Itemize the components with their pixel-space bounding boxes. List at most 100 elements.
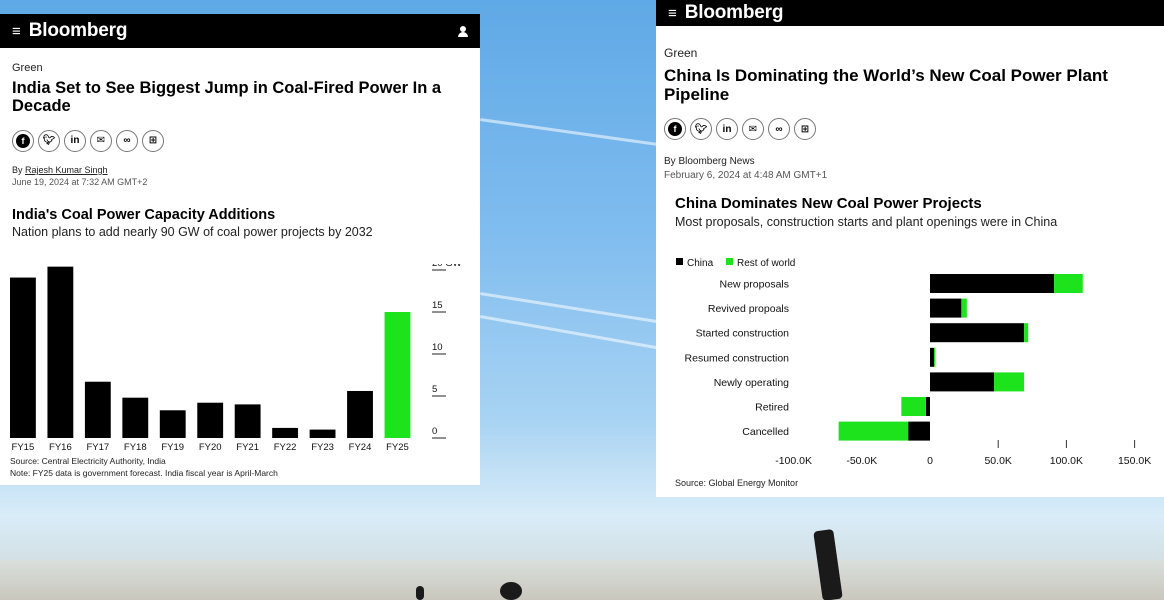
gift-icon[interactable]: ⊞ [794,118,816,141]
article-card-india: ≡ Bloomberg Green India Set to See Bigge… [0,14,480,485]
bar-segment [930,347,935,367]
x-tick-label: FY24 [349,442,372,453]
linkedin-icon[interactable]: in [64,129,86,152]
hamburger-menu-icon[interactable]: ≡ [12,23,21,40]
x-tick-label: 50.0K [984,455,1011,467]
y-tick-label: 5 [432,384,437,395]
section-label[interactable]: Green [12,62,468,74]
china-stacked-bar-chart: China Rest of world New proposals Revived p… [676,258,1151,467]
email-icon[interactable]: ✉ [742,118,764,141]
bar-fy16 [47,266,74,438]
bar-fy17 [84,381,111,438]
bar-segment [1054,274,1083,293]
x-tick-label: FY16 [49,442,72,453]
y-tick-label: 10 [432,342,443,353]
category-label: Revived propoals [708,303,789,315]
legend-swatch [726,258,733,265]
beach-ground [0,560,1164,600]
x-tick-label: 150.0K [1118,455,1151,467]
bar-fy21 [234,404,261,438]
bar-fy22 [272,427,299,438]
person-figure [500,582,522,600]
x-tick-label: -50.0K [846,455,877,467]
chart-subtitle: Nation plans to add nearly 90 GW of coal… [12,224,373,239]
bar-segment [838,421,909,441]
bar-segment [930,372,995,392]
x-tick-label: -100.0K [775,455,812,467]
article-headline: China Is Dominating the World’s New Coal… [664,66,1108,105]
category-label: Started construction [696,328,790,340]
gift-icon[interactable]: ⊞ [142,129,164,152]
facebook-icon[interactable]: f [12,129,34,152]
category-label: Retired [755,402,789,414]
hamburger-menu-icon[interactable]: ≡ [668,5,677,22]
bar-segment [930,323,1025,343]
bar-segment [930,298,962,318]
legend-label: China [687,258,714,269]
chart-source: Source: Global Energy Monitor [675,478,799,488]
twitter-icon[interactable]: 🐦︎ [38,129,60,152]
site-header: ≡ Bloomberg [0,14,480,48]
email-icon[interactable]: ✉ [90,129,112,152]
link-icon[interactable]: ∞ [768,118,790,141]
x-tick-label: 0 [927,455,933,467]
section-label[interactable]: Green [664,46,1156,60]
chart-title: China Dominates New Coal Power Projects [675,195,982,213]
india-bar-chart: FY15 FY16 FY17 FY18 FY19 FY20 FY21 FY22 FY23 FY24… [10,264,462,453]
x-tick-label: FY18 [124,442,147,453]
category-label: Resumed construction [685,352,790,364]
x-tick-label: 100.0K [1050,455,1083,467]
y-tick-label: 0 [432,426,437,437]
bar-segment [1024,323,1029,343]
chart-subtitle: Most proposals, construction starts and … [675,215,1058,230]
x-tick-label: FY15 [12,442,35,453]
x-tick-label: FY22 [274,442,297,453]
bar-segment [930,274,1055,293]
x-tick-label: FY25 [386,442,409,453]
bar-fy15 [10,277,36,438]
bar-fy24 [347,390,373,438]
linkedin-icon[interactable]: in [716,118,738,141]
author-link[interactable]: Rajesh Kumar Singh [25,165,108,175]
bar-fy19 [159,410,186,438]
bar-segment [908,421,930,441]
brand-logo[interactable]: Bloomberg [685,2,784,24]
bar-fy18 [122,397,149,438]
brand-logo[interactable]: Bloomberg [29,20,128,42]
link-icon[interactable]: ∞ [116,129,138,152]
bar-fy20 [197,402,224,438]
article-headline: India Set to See Biggest Jump in Coal-Fi… [12,79,442,116]
facebook-icon[interactable]: f [664,118,686,141]
category-label: Cancelled [742,426,789,438]
x-tick-label: FY23 [311,442,334,453]
x-tick-label: FY19 [161,442,184,453]
bar-segment [961,298,967,318]
chart-note: Note: FY25 data is government forecast. … [10,468,278,478]
y-tick-label: 15 [432,300,443,311]
bar-segment [925,397,930,416]
legend-swatch [676,258,683,265]
bar-segment [901,397,926,416]
article-card-china: ≡ Bloomberg Green China Is Dominating th… [656,0,1164,497]
share-toolbar: f 🐦︎ in ✉ ∞ ⊞ [12,129,468,152]
bar-fy25 [384,312,411,438]
chart-source: Source: Central Electricity Authority, I… [10,456,166,466]
category-label: New proposals [720,279,789,291]
byline: By Rajesh Kumar Singh [12,164,108,175]
y-tick-label: 20 GW [432,264,462,269]
share-toolbar: f 🐦︎ in ✉ ∞ ⊞ [664,118,1156,141]
x-tick-label: FY21 [236,442,259,453]
x-tick-label: FY20 [199,442,222,453]
bar-segment [934,347,936,367]
site-header: ≡ Bloomberg [656,0,1164,26]
publish-date: June 19, 2024 at 7:32 AM GMT+2 [12,176,148,187]
bar-segment [994,372,1025,392]
legend-label: Rest of world [737,258,795,269]
category-label: Newly operating [714,377,789,389]
publish-date: February 6, 2024 at 4:48 AM GMT+1 [664,170,828,182]
user-account-icon[interactable] [458,26,468,37]
person-figure [416,586,424,600]
byline: By Bloomberg News [664,156,755,168]
chart-title: India's Coal Power Capacity Additions [12,206,276,223]
twitter-icon[interactable]: 🐦︎ [690,118,712,141]
